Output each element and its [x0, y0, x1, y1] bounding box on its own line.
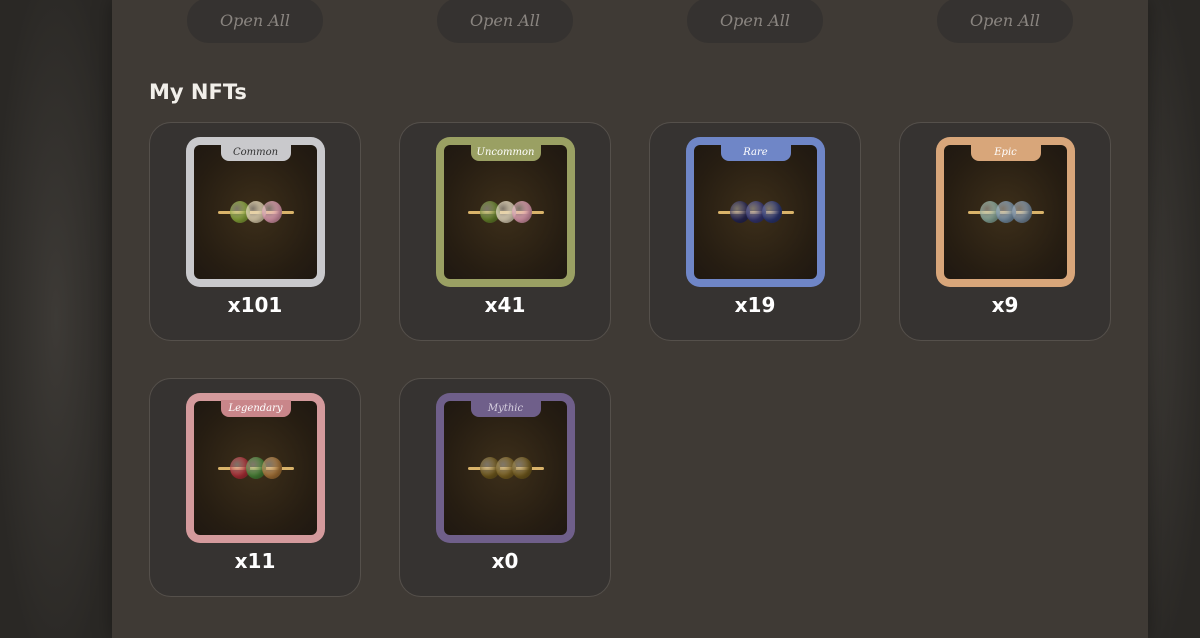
nft-frame: Rare	[686, 137, 825, 287]
nft-count: x0	[491, 549, 519, 573]
dango-ball	[761, 201, 782, 223]
rarity-label: Epic	[970, 144, 1041, 161]
dango-skewer-icon	[966, 197, 1046, 227]
dango-skewer-icon	[466, 197, 546, 227]
nft-frame: Legendary	[186, 393, 325, 543]
dango-ball	[511, 457, 532, 479]
nft-frame: Common	[186, 137, 325, 287]
nft-card-mythic[interactable]: Mythic x0	[399, 378, 611, 597]
dango-skewer-icon	[466, 453, 546, 483]
nft-count: x19	[734, 293, 776, 317]
dango-ball	[511, 201, 532, 223]
dango-skewer-icon	[716, 197, 796, 227]
open-all-button-rare[interactable]: Open All	[687, 0, 823, 43]
rarity-label: Mythic	[470, 400, 541, 417]
dango-skewer-icon	[216, 197, 296, 227]
nft-card-epic[interactable]: Epic x9	[899, 122, 1111, 341]
dango-ball	[261, 201, 282, 223]
rarity-label: Rare	[720, 144, 791, 161]
section-title: My NFTs	[149, 80, 247, 104]
left-backdrop	[0, 0, 112, 638]
nft-artwork	[194, 401, 317, 535]
nft-frame: Uncommon	[436, 137, 575, 287]
nft-artwork	[944, 145, 1067, 279]
nft-count: x9	[991, 293, 1019, 317]
nft-count: x101	[227, 293, 283, 317]
nft-count: x11	[234, 549, 276, 573]
nft-frame: Epic	[936, 137, 1075, 287]
nft-frame: Mythic	[436, 393, 575, 543]
nft-artwork	[444, 401, 567, 535]
open-all-button-common[interactable]: Open All	[187, 0, 323, 43]
open-all-button-uncommon[interactable]: Open All	[437, 0, 573, 43]
rarity-label: Common	[220, 144, 291, 161]
nft-artwork	[444, 145, 567, 279]
dango-ball	[261, 457, 282, 479]
open-all-button-epic[interactable]: Open All	[937, 0, 1073, 43]
nft-card-uncommon[interactable]: Uncommon x41	[399, 122, 611, 341]
dango-ball	[1011, 201, 1032, 223]
open-all-row: Open All Open All Open All Open All	[112, 0, 1148, 44]
rarity-label: Legendary	[220, 400, 291, 417]
nft-artwork	[694, 145, 817, 279]
nft-artwork	[194, 145, 317, 279]
main-panel: Open All Open All Open All Open All My N…	[112, 0, 1148, 638]
rarity-label: Uncommon	[470, 144, 541, 161]
nft-card-rare[interactable]: Rare x19	[649, 122, 861, 341]
nft-count: x41	[484, 293, 526, 317]
nft-card-common[interactable]: Common x101	[149, 122, 361, 341]
dango-skewer-icon	[216, 453, 296, 483]
nft-card-legendary[interactable]: Legendary x11	[149, 378, 361, 597]
